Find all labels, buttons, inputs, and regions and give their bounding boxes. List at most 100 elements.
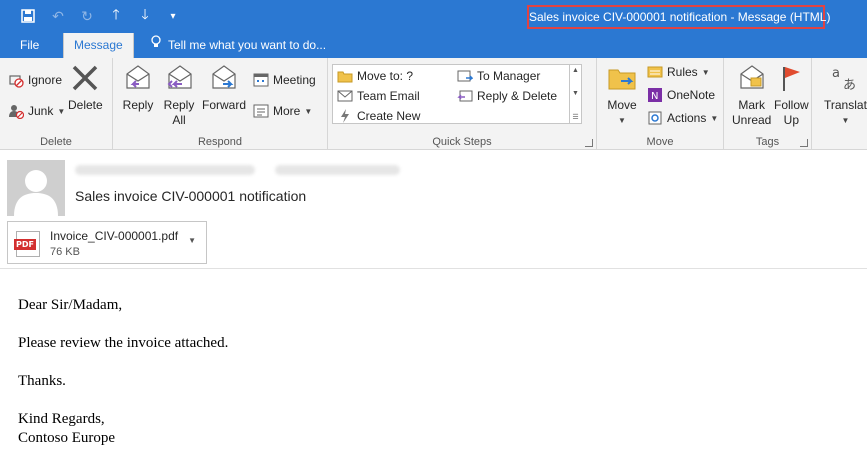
quick-step-move-to[interactable]: Move to: ?: [337, 66, 413, 86]
up-arrow-icon[interactable]: 🡑: [106, 6, 126, 26]
quick-steps-dialog-launcher-icon[interactable]: [585, 139, 593, 147]
move-label: Move: [607, 98, 637, 112]
delete-button[interactable]: Delete: [68, 62, 103, 113]
tags-group-label: Tags: [755, 136, 780, 148]
sender-redacted: [75, 165, 255, 175]
to-manager-icon: [457, 68, 473, 84]
title-bar: ↶ ↻ 🡑 🡓 ▾ Sales invoice CIV-000001 notif…: [0, 0, 867, 33]
actions-label: Actions: [667, 111, 707, 125]
quick-steps-group: Move to: ? Team Email Create New To Mana…: [328, 58, 597, 150]
delete-label: Delete: [68, 98, 103, 112]
move-to-label: Move to: ?: [357, 69, 414, 83]
follow-up-label-2: Up: [783, 113, 800, 127]
create-new-label: Create New: [357, 109, 421, 123]
chevron-down-icon: ▼: [304, 106, 313, 116]
quick-step-reply-delete[interactable]: Reply & Delete: [457, 86, 557, 106]
translate-button[interactable]: aあ Translat ▼: [824, 62, 867, 128]
tab-file[interactable]: File: [10, 33, 49, 58]
ignore-label: Ignore: [28, 73, 63, 87]
body-signature: Contoso Europe: [18, 430, 116, 446]
onenote-icon: N: [647, 87, 663, 103]
sender-recipient-line: [75, 160, 435, 180]
body-signoff: Kind Regards,: [18, 411, 105, 427]
attachment-size: 76 KB: [50, 246, 80, 258]
folder-icon: [337, 68, 353, 84]
ribbon: Ignore Junk ▼ Delete Delete Reply Reply …: [0, 58, 867, 150]
translate-icon: aあ: [829, 62, 861, 94]
calendar-icon: [253, 72, 269, 88]
move-folder-icon: [606, 62, 638, 94]
down-arrow-icon[interactable]: 🡓: [135, 6, 155, 26]
tab-row: File Message Tell me what you want to do…: [0, 33, 867, 58]
reply-icon: [122, 62, 154, 94]
quick-steps-scrollbar[interactable]: ▲ ▼ ☰: [569, 65, 581, 123]
quick-step-to-manager[interactable]: To Manager: [457, 66, 540, 86]
actions-button[interactable]: Actions ▼: [647, 108, 718, 128]
flag-icon: [775, 62, 807, 94]
attachment-name: Invoice_CIV-000001.pdf: [50, 229, 179, 243]
mark-unread-label-1: Mark: [738, 98, 766, 112]
window-title: Sales invoice CIV-000001 notification - …: [527, 5, 830, 29]
respond-group: Reply Reply All Forward Meeting More ▼ R…: [113, 58, 328, 150]
lightbulb-icon: [150, 33, 162, 58]
expand-gallery-icon[interactable]: ☰: [572, 113, 578, 121]
reply-all-button[interactable]: Reply All: [163, 62, 195, 128]
reply-delete-icon: [457, 88, 473, 104]
attachment-card[interactable]: PDF Invoice_CIV-000001.pdf 76 KB ▼: [7, 221, 207, 264]
attachment-menu-chevron-icon[interactable]: ▼: [188, 236, 196, 245]
redo-icon[interactable]: ↻: [77, 6, 97, 26]
rules-label: Rules: [667, 65, 698, 79]
actions-icon: [647, 110, 663, 126]
svg-text:あ: あ: [843, 78, 856, 93]
junk-label: Junk: [28, 104, 54, 118]
reply-all-label-2: All: [172, 113, 186, 127]
tab-message[interactable]: Message: [63, 33, 134, 58]
chevron-down-icon: ▼: [841, 116, 850, 125]
team-email-icon: [337, 88, 353, 104]
forward-label: Forward: [202, 98, 247, 112]
tell-me-box[interactable]: Tell me what you want to do...: [150, 33, 326, 58]
reply-all-label-1: Reply: [163, 98, 195, 112]
mark-unread-button[interactable]: Mark Unread: [732, 62, 771, 128]
tags-dialog-launcher-icon[interactable]: [800, 139, 808, 147]
rules-icon: [647, 64, 663, 80]
delete-group-label: Delete: [40, 136, 72, 148]
follow-up-button[interactable]: Follow Up: [774, 62, 809, 128]
rules-button[interactable]: Rules ▼: [647, 62, 710, 82]
quick-step-create-new[interactable]: Create New: [337, 106, 420, 126]
meeting-button[interactable]: Meeting: [253, 70, 316, 90]
more-label: More: [273, 104, 301, 118]
quick-step-team-email[interactable]: Team Email: [337, 86, 420, 106]
customize-icon[interactable]: ▾: [163, 6, 183, 26]
pdf-badge: PDF: [14, 239, 36, 250]
lightning-icon: [337, 108, 353, 124]
translate-label: Translat: [824, 98, 867, 112]
scroll-down-icon[interactable]: ▼: [572, 90, 579, 97]
to-manager-label: To Manager: [477, 69, 541, 83]
message-header: Sales invoice CIV-000001 notification PD…: [0, 150, 867, 270]
ignore-button[interactable]: Ignore: [8, 70, 62, 90]
message-subject: Sales invoice CIV-000001 notification: [75, 188, 307, 204]
svg-text:N: N: [651, 91, 658, 102]
translate-group: aあ Translat ▼: [812, 58, 867, 150]
body-greeting: Dear Sir/Madam,: [18, 297, 123, 313]
junk-button[interactable]: Junk ▼: [8, 101, 65, 121]
save-icon[interactable]: [18, 6, 38, 26]
more-button[interactable]: More ▼: [253, 101, 312, 121]
quick-steps-group-label: Quick Steps: [432, 136, 492, 148]
scroll-up-icon[interactable]: ▲: [572, 67, 579, 74]
reply-button[interactable]: Reply: [122, 62, 154, 113]
onenote-button[interactable]: N OneNote: [647, 85, 715, 105]
more-respond-icon: [253, 103, 269, 119]
forward-button[interactable]: Forward: [202, 62, 246, 113]
mark-unread-label-2: Unread: [732, 113, 772, 127]
delete-x-icon: [69, 62, 101, 94]
move-button[interactable]: Move ▼: [606, 62, 638, 128]
onenote-label: OneNote: [667, 88, 716, 102]
message-body: Dear Sir/Madam, Please review the invoic…: [18, 296, 228, 448]
reply-delete-label: Reply & Delete: [477, 89, 558, 103]
delete-group: Ignore Junk ▼ Delete Delete: [0, 58, 113, 150]
chevron-down-icon: ▼: [710, 113, 719, 123]
undo-icon[interactable]: ↶: [48, 6, 68, 26]
reply-label: Reply: [122, 98, 154, 112]
